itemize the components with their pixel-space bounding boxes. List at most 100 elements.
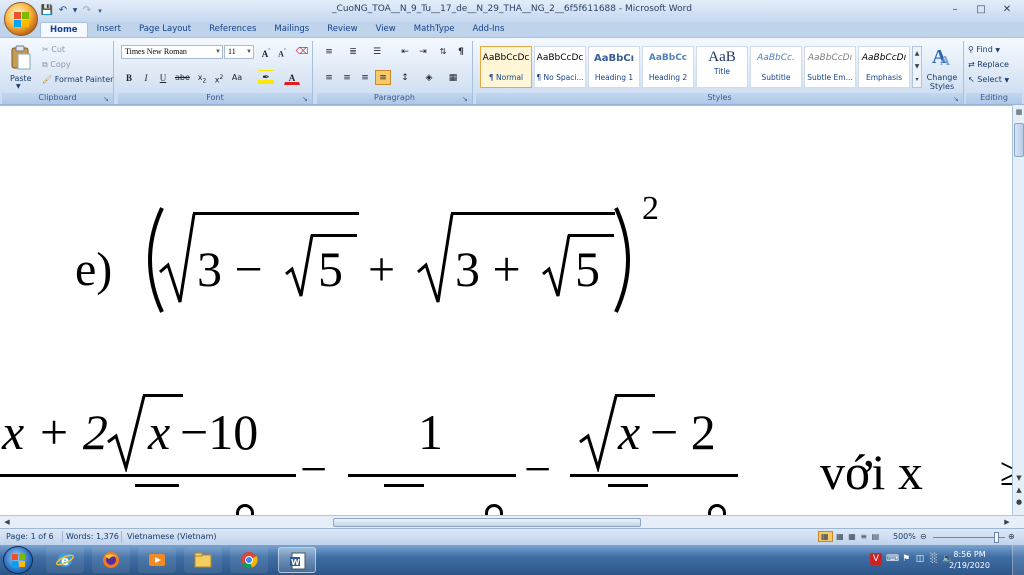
zoom-in-icon[interactable]: ⊕ [1008, 532, 1015, 541]
tab-mathtype[interactable]: MathType [405, 22, 464, 38]
bullets-icon[interactable]: ≡ [321, 44, 337, 59]
taskbar-firefox[interactable] [92, 547, 130, 573]
page-count[interactable]: Page: 1 of 6 [6, 532, 54, 541]
language-indicator[interactable]: Vietnamese (Vietnam) [127, 532, 216, 541]
antivirus-tray-icon[interactable]: V [870, 553, 882, 565]
paste-icon[interactable] [10, 45, 32, 71]
paste-label[interactable]: Paste [10, 74, 32, 83]
zoom-out-icon[interactable]: ⊖ [920, 532, 927, 541]
numbering-icon[interactable]: ≣ [345, 44, 361, 59]
previous-page-icon[interactable]: ▲ [1014, 485, 1024, 495]
taskbar-media-player[interactable] [138, 547, 176, 573]
subscript-icon[interactable]: x2 [194, 70, 210, 85]
show-marks-icon[interactable]: ¶ [453, 44, 469, 59]
paste-dropdown-icon[interactable]: ▼ [16, 83, 21, 90]
strikethrough-icon[interactable]: abe [174, 70, 190, 85]
select-button[interactable]: ↖ Select ▼ [968, 75, 1009, 84]
style-title[interactable]: AaB Title [696, 46, 748, 88]
clipboard-launcher-icon[interactable]: ↘ [103, 95, 111, 103]
document-page[interactable]: e) 3 − 5 + 3 + 5 2 x + 2 x −10 − 1 − x −… [0, 105, 1012, 515]
find-button[interactable]: ⚲ Find ▼ [968, 45, 1000, 54]
flag-tray-icon[interactable]: ⚑ [900, 553, 912, 565]
scroll-down-icon[interactable]: ▼ [1014, 473, 1024, 483]
horizontal-scroll-thumb[interactable] [333, 518, 641, 527]
change-styles-icon[interactable]: A A [928, 43, 956, 67]
highlight-icon[interactable]: ✒ [258, 70, 274, 85]
tab-add-ins[interactable]: Add-Ins [464, 22, 514, 38]
zoom-slider-thumb[interactable] [994, 532, 999, 543]
cut-button[interactable]: ✂ Cut [42, 45, 65, 54]
line-spacing-icon[interactable]: ↕ [397, 70, 413, 85]
style-normal[interactable]: AaBbCcDc ¶ Normal [480, 46, 532, 88]
browse-object-icon[interactable]: ● [1014, 497, 1024, 507]
italic-icon[interactable]: I [138, 70, 154, 85]
grow-font-icon[interactable]: Aˆ [258, 44, 274, 59]
borders-icon[interactable]: ▦ [445, 70, 461, 85]
full-screen-icon[interactable]: ▦ [836, 532, 845, 541]
tab-mailings[interactable]: Mailings [265, 22, 318, 38]
office-button[interactable] [4, 2, 38, 36]
font-launcher-icon[interactable]: ↘ [302, 95, 310, 103]
taskbar-ie[interactable]: e [46, 547, 84, 573]
copy-button[interactable]: ⧉ Copy [42, 60, 71, 70]
print-layout-icon[interactable]: ▦ [818, 531, 833, 542]
style-subtle-emphasis[interactable]: AaBbCcDı Subtle Em... [804, 46, 856, 88]
justify-icon[interactable]: ≡ [375, 70, 391, 85]
sort-icon[interactable]: ⇅ [435, 44, 451, 59]
style-emphasis[interactable]: AaBbCcDı Emphasis [858, 46, 910, 88]
ruler-toggle-icon[interactable]: ▦ [1014, 107, 1024, 117]
view-buttons[interactable]: ▦ ▦ ▦ ≡ ▤ [818, 531, 881, 542]
clock[interactable]: 8:56 PM 2/19/2020 [949, 549, 990, 571]
paragraph-launcher-icon[interactable]: ↘ [462, 95, 470, 103]
vertical-scroll-thumb[interactable] [1014, 123, 1024, 157]
style-heading-1[interactable]: AaBbCı Heading 1 [588, 46, 640, 88]
minimize-button[interactable]: – [942, 2, 968, 18]
maximize-button[interactable]: □ [968, 2, 994, 18]
tab-insert[interactable]: Insert [88, 22, 130, 38]
word-count[interactable]: Words: 1,376 [66, 532, 119, 541]
draft-icon[interactable]: ▤ [872, 532, 881, 541]
show-desktop-button[interactable] [1012, 545, 1024, 575]
taskbar-word[interactable]: W [278, 547, 316, 573]
tab-page-layout[interactable]: Page Layout [130, 22, 200, 38]
horizontal-scrollbar[interactable]: ◀ ▶ [0, 515, 1024, 528]
network-tray-icon[interactable]: ░ [928, 553, 940, 565]
multilevel-list-icon[interactable]: ☰ [369, 44, 385, 59]
superscript-icon[interactable]: x2 [211, 70, 227, 85]
styles-scroll[interactable]: ▲ ▼ ▾ [912, 46, 922, 88]
style-subtitle[interactable]: AaBbCc. Subtitle [750, 46, 802, 88]
shading-icon[interactable]: ◈ [421, 70, 437, 85]
keyboard-tray-icon[interactable]: ⌨ [886, 553, 899, 565]
clear-formatting-icon[interactable]: ⌫ [294, 44, 310, 59]
tab-review[interactable]: Review [318, 22, 366, 38]
align-center-icon[interactable]: ≡ [339, 70, 355, 85]
display-tray-icon[interactable]: ◫ [914, 553, 926, 565]
tab-references[interactable]: References [200, 22, 265, 38]
underline-icon[interactable]: U [155, 70, 171, 85]
web-layout-icon[interactable]: ▦ [848, 532, 857, 541]
align-right-icon[interactable]: ≡ [357, 70, 373, 85]
scroll-left-icon[interactable]: ◀ [2, 517, 12, 527]
increase-indent-icon[interactable]: ⇥ [415, 44, 431, 59]
font-color-icon[interactable]: A [284, 70, 300, 85]
scroll-right-icon[interactable]: ▶ [1002, 517, 1012, 527]
style-no-spacing[interactable]: AaBbCcDc ¶ No Spaci... [534, 46, 586, 88]
tab-home[interactable]: Home [40, 22, 88, 38]
change-case-icon[interactable]: Aa [229, 70, 245, 85]
shrink-font-icon[interactable]: Aˇ [274, 44, 290, 59]
format-painter-button[interactable]: 🖌 Format Painter [42, 75, 113, 84]
font-size-combo[interactable]: 11 ▼ [224, 45, 254, 59]
zoom-level[interactable]: 500% [893, 532, 916, 541]
bold-icon[interactable]: B [121, 70, 137, 85]
replace-button[interactable]: ⇄ Replace [968, 60, 1009, 69]
taskbar-chrome[interactable] [230, 547, 268, 573]
taskbar-explorer[interactable] [184, 547, 222, 573]
outline-icon[interactable]: ≡ [860, 532, 868, 541]
style-heading-2[interactable]: AaBbCc Heading 2 [642, 46, 694, 88]
start-button[interactable] [3, 546, 33, 574]
change-styles-label[interactable]: Change Styles [924, 73, 960, 91]
decrease-indent-icon[interactable]: ⇤ [397, 44, 413, 59]
close-button[interactable]: ✕ [994, 2, 1020, 18]
font-name-combo[interactable]: Times New Roman ▼ [121, 45, 223, 59]
styles-launcher-icon[interactable]: ↘ [953, 95, 961, 103]
